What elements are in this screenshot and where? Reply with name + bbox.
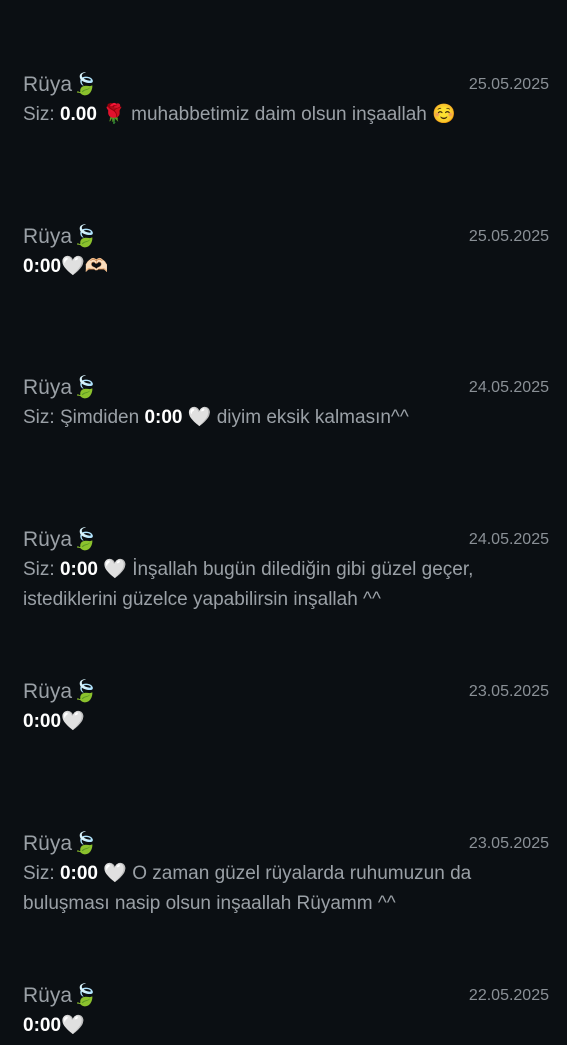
message-date: 24.05.2025 bbox=[468, 531, 549, 548]
message-preview: 0:00🤍 bbox=[23, 1011, 549, 1041]
message-item[interactable]: Rüya🍃 22.05.2025 0:00🤍 bbox=[0, 981, 567, 1041]
preview-time: 0:00 bbox=[59, 863, 98, 884]
message-date: 24.05.2025 bbox=[468, 379, 549, 396]
preview-time: 0.00 bbox=[59, 104, 97, 125]
message-preview: Siz: Şimdiden 0:00 🤍 diyim eksik kalması… bbox=[23, 403, 549, 433]
message-preview: Siz: 0.00 🌹 muhabbetimiz daim olsun inşa… bbox=[23, 100, 549, 130]
contact-name: Rüya🍃 bbox=[23, 832, 99, 855]
preview-text: 🤍 diyim eksik kalmasın^^ bbox=[182, 407, 409, 428]
message-item[interactable]: Rüya🍃 25.05.2025 0:00🤍🫶🏻 bbox=[0, 222, 567, 282]
contact-name: Rüya🍃 bbox=[23, 225, 99, 248]
preview-text: 🤍 bbox=[61, 1015, 85, 1036]
message-list: Rüya🍃 25.05.2025 Siz: 0.00 🌹 muhabbetimi… bbox=[0, 0, 567, 1045]
message-item[interactable]: Rüya🍃 24.05.2025 Siz: Şimdiden 0:00 🤍 di… bbox=[0, 373, 567, 433]
preview-time: 0:00 bbox=[23, 1015, 62, 1036]
preview-time: 0:00 bbox=[144, 407, 183, 428]
message-date: 23.05.2025 bbox=[468, 835, 549, 852]
preview-prefix: Siz: bbox=[23, 104, 60, 125]
preview-prefix: Siz: bbox=[23, 559, 60, 580]
preview-time: 0:00 bbox=[23, 711, 62, 732]
contact-name: Rüya🍃 bbox=[23, 73, 99, 96]
preview-prefix: Siz: bbox=[23, 863, 60, 884]
contact-name: Rüya🍃 bbox=[23, 984, 99, 1007]
message-item[interactable]: Rüya🍃 24.05.2025 Siz: 0:00 🤍 İnşallah bu… bbox=[0, 525, 567, 615]
message-preview: 0:00🤍🫶🏻 bbox=[23, 252, 549, 282]
message-date: 22.05.2025 bbox=[468, 987, 549, 1004]
preview-prefix: Siz: Şimdiden bbox=[23, 407, 145, 428]
message-item[interactable]: Rüya🍃 23.05.2025 0:00🤍 bbox=[0, 677, 567, 737]
preview-text: 🤍 bbox=[61, 711, 85, 732]
preview-time: 0:00 bbox=[59, 559, 98, 580]
message-item[interactable]: Rüya🍃 25.05.2025 Siz: 0.00 🌹 muhabbetimi… bbox=[0, 70, 567, 130]
contact-name: Rüya🍃 bbox=[23, 680, 99, 703]
message-item[interactable]: Rüya🍃 23.05.2025 Siz: 0:00 🤍 O zaman güz… bbox=[0, 829, 567, 919]
message-preview: Siz: 0:00 🤍 İnşallah bugün dilediğin gib… bbox=[23, 555, 549, 615]
message-preview: 0:00🤍 bbox=[23, 707, 549, 737]
preview-text: 🌹 muhabbetimiz daim olsun inşaallah ☺️ bbox=[96, 104, 456, 125]
contact-name: Rüya🍃 bbox=[23, 528, 99, 551]
message-date: 23.05.2025 bbox=[468, 683, 549, 700]
message-date: 25.05.2025 bbox=[468, 228, 549, 245]
preview-text: 🤍🫶🏻 bbox=[61, 256, 109, 277]
preview-time: 0:00 bbox=[23, 256, 62, 277]
message-preview: Siz: 0:00 🤍 O zaman güzel rüyalarda ruhu… bbox=[23, 859, 549, 919]
message-date: 25.05.2025 bbox=[468, 76, 549, 93]
contact-name: Rüya🍃 bbox=[23, 376, 99, 399]
